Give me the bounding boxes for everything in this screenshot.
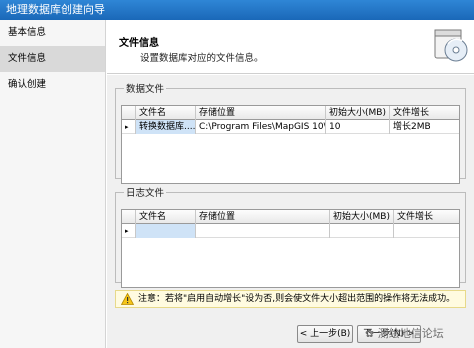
cell-location-empty[interactable] — [196, 224, 330, 238]
cell-filename[interactable]: 转换数据库.... — [136, 120, 196, 134]
data-files-header-row: 文件名 存储位置 初始大小(MB) 文件增长 — [122, 106, 459, 120]
cell-growth-empty[interactable] — [394, 224, 461, 238]
log-files-header-row: 文件名 存储位置 初始大小(MB) 文件增长 — [122, 210, 459, 224]
column-header-location[interactable]: 存储位置 — [196, 210, 330, 224]
row-indicator-icon: ▸ — [122, 120, 136, 134]
column-header-location[interactable]: 存储位置 — [196, 106, 326, 120]
column-header-growth[interactable]: 文件增长 — [390, 106, 461, 120]
column-header-initial-size[interactable]: 初始大小(MB) — [326, 106, 390, 120]
watermark-text: 测绘地信论坛 — [377, 327, 444, 340]
warning-icon — [121, 293, 134, 305]
prev-button[interactable]: < 上一步(B) — [297, 325, 353, 343]
log-files-group: 日志文件 文件名 存储位置 初始大小(MB) 文件增长 ▸ — [115, 185, 466, 288]
sidebar: 基本信息 文件信息 确认创建 — [0, 20, 106, 348]
data-files-legend: 数据文件 — [126, 84, 165, 95]
table-row[interactable]: ▸ 转换数据库.... C:\Program Files\MapGIS 10\S… — [122, 120, 459, 134]
new-row-indicator-icon: ▸ — [122, 224, 136, 238]
page-subtitle: 设置数据库对应的文件信息。 — [140, 53, 264, 64]
column-header-initial-size[interactable]: 初始大小(MB) — [330, 210, 394, 224]
sidebar-item-confirm-create[interactable]: 确认创建 — [0, 72, 105, 98]
wechat-icon: ✿ — [365, 327, 375, 340]
column-header-filename[interactable]: 文件名 — [136, 210, 196, 224]
content-area: 数据文件 文件名 存储位置 初始大小(MB) 文件增长 ▸ 转换数据库.... … — [107, 75, 474, 348]
cell-filename-empty[interactable] — [136, 224, 196, 238]
data-files-group: 数据文件 文件名 存储位置 初始大小(MB) 文件增长 ▸ 转换数据库.... … — [115, 81, 466, 184]
sidebar-item-file-info[interactable]: 文件信息 — [0, 46, 105, 72]
sidebar-item-basic-info[interactable]: 基本信息 — [0, 20, 105, 46]
new-row[interactable]: ▸ — [122, 224, 459, 238]
window-title: 地理数据库创建向导 — [0, 0, 474, 20]
column-header-growth[interactable]: 文件增长 — [394, 210, 461, 224]
database-cd-icon — [434, 29, 468, 62]
log-files-legend: 日志文件 — [126, 188, 165, 199]
data-files-grid[interactable]: 文件名 存储位置 初始大小(MB) 文件增长 ▸ 转换数据库.... C:\Pr… — [121, 105, 460, 184]
note-text: 注意：若将"启用自动增长"设为否,则会使文件大小超出范围的操作将无法成功。 — [138, 294, 456, 304]
note-bar: 注意：若将"启用自动增长"设为否,则会使文件大小超出范围的操作将无法成功。 — [115, 290, 466, 308]
cell-initial-size-empty[interactable] — [330, 224, 394, 238]
cell-growth[interactable]: 增长2MB — [390, 120, 461, 134]
column-header-filename[interactable]: 文件名 — [136, 106, 196, 120]
watermark: ✿ 测绘地信论坛 — [365, 325, 444, 341]
log-files-grid[interactable]: 文件名 存储位置 初始大小(MB) 文件增长 ▸ — [121, 209, 460, 288]
page-title: 文件信息 — [119, 38, 159, 49]
wizard-header: 文件信息 设置数据库对应的文件信息。 — [107, 20, 474, 74]
cell-location[interactable]: C:\Program Files\MapGIS 10\Sa... — [196, 120, 326, 134]
cell-initial-size[interactable]: 10 — [326, 120, 390, 134]
